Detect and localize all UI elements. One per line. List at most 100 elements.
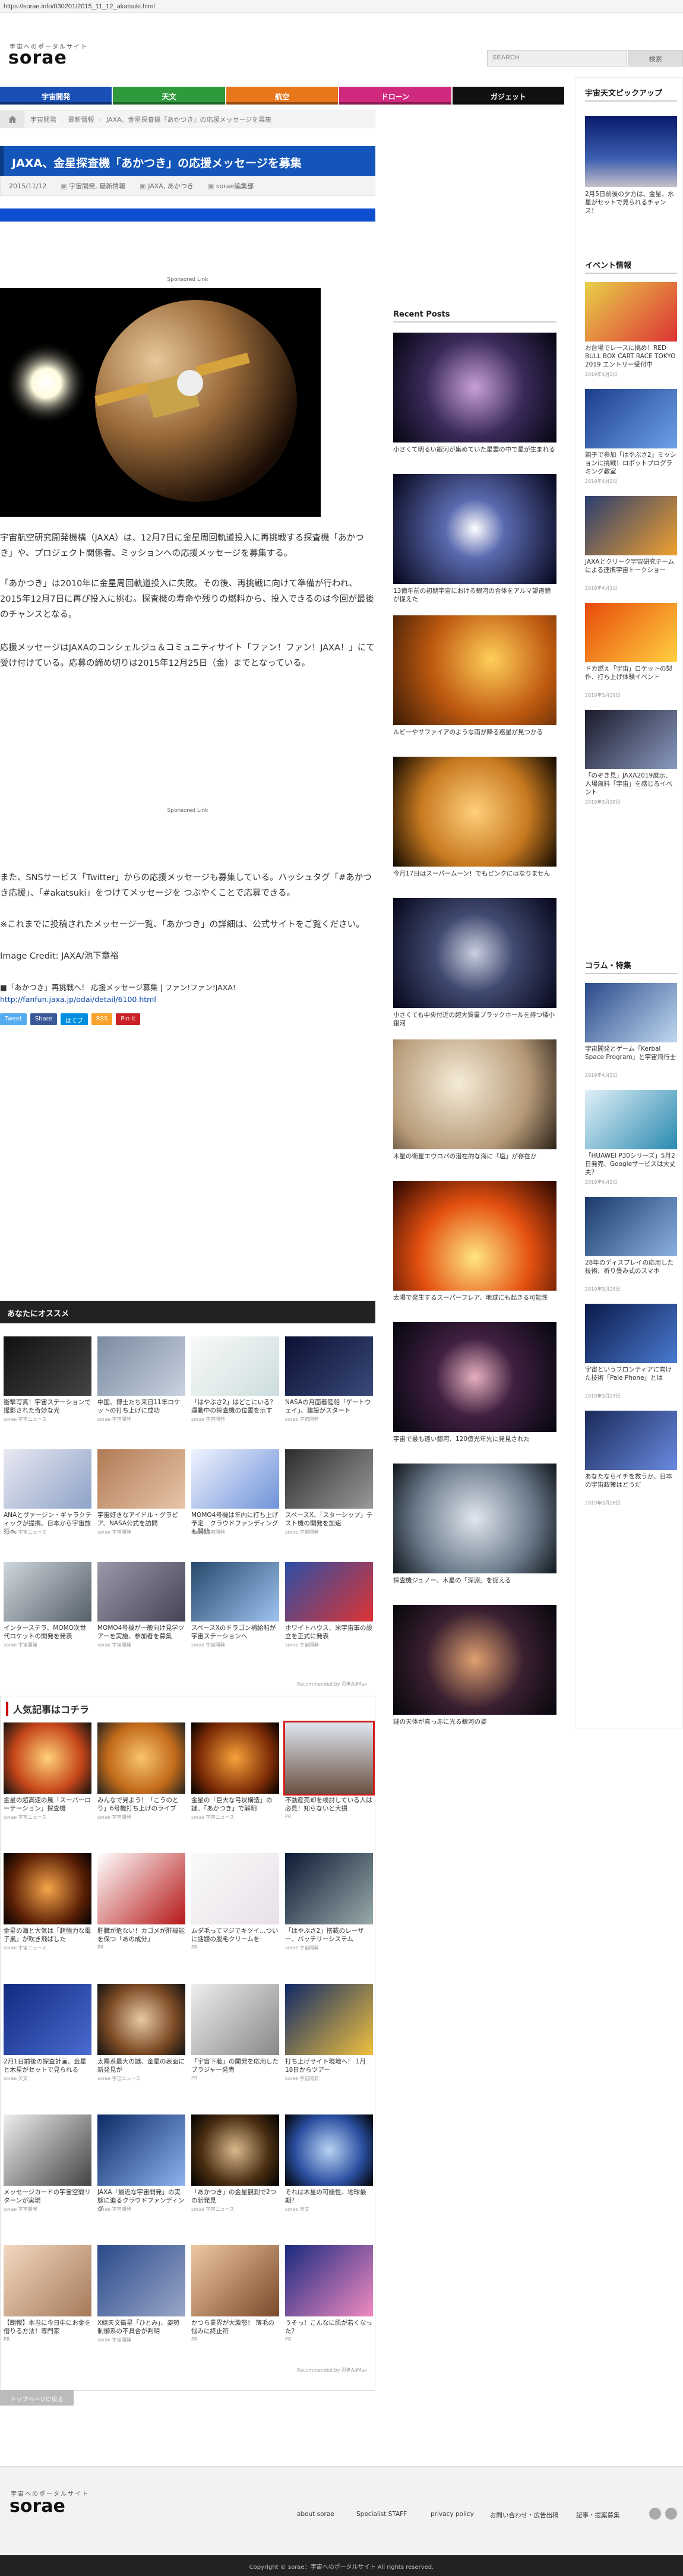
recommend-item-caption[interactable]: MOMO4号機が一般向け見学ツアーを実施、参加者を募集 [97,1624,185,1641]
tag-link[interactable]: ▣ 宇宙開発, 最新情報 [61,181,125,191]
recommend-item-caption[interactable]: インターステラ、MOMO次世代ロケットの開発を発表 [4,1624,91,1641]
column-caption[interactable]: 28年のディスプレイの応用した技術、折り畳み式のスマホ [585,1259,677,1275]
popular-item-caption[interactable]: 金星の海と大気は「超強力な電子風」が吹き飛ばした [4,1927,91,1943]
pinit-button[interactable]: Pin it [116,1013,141,1025]
nav-item-space-dev[interactable]: 宇宙開発 [0,87,112,105]
popular-item-thumbnail[interactable] [191,2114,279,2186]
recommend-item-thumbnail[interactable] [285,1449,373,1509]
footer-link-contact[interactable]: お問い合わせ・広告出稿 [490,2511,559,2520]
breadcrumb-item[interactable]: 宇宙開発 [30,115,56,124]
popular-item-caption[interactable]: それは木星の可能性、地球最期？ [285,2188,373,2205]
nav-item-gadget[interactable]: ガジェット [452,87,565,105]
popular-item-caption[interactable]: かつら業界が大激怒！ 薄毛の悩みに終止符 [191,2319,279,2335]
column-caption[interactable]: 宇宙というフロンティアに向けた技術「Pale Phone」とは [585,1366,677,1382]
recommend-item-thumbnail[interactable] [4,1449,91,1509]
popular-item-caption[interactable]: 【朗報】本当に今日中にお金を借りる方法！専門家 [4,2319,91,2335]
recommend-item-caption[interactable]: 衝撃写真！宇宙ステーションで撮影された奇妙な光 [4,1398,91,1415]
twitter-icon[interactable] [649,2508,661,2520]
recent-post-thumbnail[interactable] [393,474,556,584]
recommend-item-thumbnail[interactable] [97,1336,185,1396]
event-thumbnail[interactable] [585,496,677,555]
nav-item-drone[interactable]: ドローン [339,87,451,105]
author-link[interactable]: ▣ sorae編集部 [208,181,254,191]
popular-item-caption[interactable]: 不動産売却を検討している人は必見！知らないと大損 [285,1796,373,1813]
recent-post-caption[interactable]: 謎の天体が真っ赤に光る銀河の姿 [393,1718,556,1726]
recent-post-thumbnail[interactable] [393,1605,556,1715]
popular-item-thumbnail[interactable] [191,1853,279,1924]
column-caption[interactable]: 「HUAWEI P30シリーズ」5月2日発売、Googleサービスは大丈夫？ [585,1152,677,1177]
popular-item-thumbnail[interactable] [285,2114,373,2186]
footer-link-submit[interactable]: 記事・提案募集 [576,2511,620,2520]
popular-item-caption[interactable]: 打ち上げサイト現地へ！ 1月18日からツアー [285,2057,373,2074]
recent-post-caption[interactable]: 木星の衛星エウロパの潜在的な海に「塩」が存在か [393,1152,556,1161]
related-link[interactable]: http://fanfun.jaxa.jp/odai/detail/6100.h… [0,995,156,1004]
popular-item-thumbnail[interactable] [285,2245,373,2316]
event-caption[interactable]: お台場でレースに挑め！RED BULL BOX CART RACE TOKYO … [585,344,677,369]
search-button[interactable]: 検索 [628,50,683,67]
popular-item-caption[interactable]: 太陽系最大の謎、金星の表面に新発見が [97,2057,185,2074]
popular-item-caption[interactable]: うそっ！こんなに肌が若くなった？ [285,2319,373,2335]
popular-item-thumbnail[interactable] [4,1722,91,1794]
recommend-item-caption[interactable]: NASAの月面着陸船「ゲートウェイ」、建設がスタート [285,1398,373,1415]
popular-item-thumbnail[interactable] [283,1721,375,1796]
popular-item-caption[interactable]: 「宇宙下着」の開発を応用したブラジャー発売 [191,2057,279,2074]
search-input[interactable]: SEARCH [487,50,627,67]
recommend-item-thumbnail[interactable] [285,1562,373,1622]
hatena-button[interactable]: はてブ [60,1013,88,1025]
pickup-caption[interactable]: 2月5日前後の夕方は、金星、水星がセットで見られるチャンス！ [585,190,677,215]
event-thumbnail[interactable] [585,389,677,448]
nav-item-aviation[interactable]: 航空 [226,87,339,105]
tweet-button[interactable]: Tweet [0,1013,27,1025]
popular-item-thumbnail[interactable] [4,2245,91,2316]
recommend-item-thumbnail[interactable] [191,1562,279,1622]
event-thumbnail[interactable] [585,603,677,662]
footer-link-privacy[interactable]: privacy policy [431,2511,474,2518]
recommend-item-thumbnail[interactable] [97,1449,185,1509]
footer-logo[interactable]: sorae [10,2496,65,2517]
event-caption[interactable]: 親子で参加「はやぶさ2」ミッションに挑戦！ロボットプログラミング教室 [585,451,677,476]
column-thumbnail[interactable] [585,1411,677,1470]
recent-post-caption[interactable]: 宇宙で最も遠い銀河、120億光年先に発見された [393,1435,556,1443]
popular-item-caption[interactable]: みんなで見よう！「こうのとり」6号機打ち上げのライブ [97,1796,185,1813]
recent-post-thumbnail[interactable] [393,1181,556,1291]
event-caption[interactable]: ドカ燃え「宇宙」ロケットの製作、打ち上げ体験イベント [585,665,677,681]
popular-item-caption[interactable]: メッセージカードの宇宙空間リターンが実現 [4,2188,91,2205]
recommend-item-thumbnail[interactable] [285,1336,373,1396]
recent-post-thumbnail[interactable] [393,1464,556,1573]
popular-item-caption[interactable]: 「あかつき」の金星観測で2つの新発見 [191,2188,279,2205]
nav-item-astronomy[interactable]: 天文 [113,87,225,105]
recent-post-thumbnail[interactable] [393,898,556,1008]
popular-item-thumbnail[interactable] [285,1984,373,2055]
pickup-image[interactable] [585,116,677,187]
breadcrumb-item[interactable]: 最新情報 [68,115,94,124]
recent-post-caption[interactable]: 今月17日はスーパームーン！でもピンクにはなりません [393,870,556,878]
recommend-item-thumbnail[interactable] [97,1562,185,1622]
recommend-item-caption[interactable]: ホワイトハウス、米宇宙軍の設立を正式に発表 [285,1624,373,1641]
site-logo[interactable]: sorae [8,48,67,68]
recommend-item-caption[interactable]: 「はやぶさ2」はどこにいる？ 運動中の探査機の位置を示す [191,1398,279,1415]
recent-post-caption[interactable]: 太陽で発生するスーパーフレア、地球にも起きる可能性 [393,1294,556,1302]
event-caption[interactable]: JAXAとクリーク宇宙研究チームによる連携宇宙トークショー [585,558,677,574]
popular-item-caption[interactable]: X線天文衛星「ひとみ」、姿勢制御系の不具合が判明 [97,2319,185,2335]
popular-item-caption[interactable]: 肝臓が危ない！カゴメが肝機能を保つ「あの成分」 [97,1927,185,1943]
recent-post-caption[interactable]: 13億年前の初期宇宙における銀河の合体をアルマ望遠鏡が捉えた [393,587,556,603]
popular-item-thumbnail[interactable] [4,2114,91,2186]
event-thumbnail[interactable] [585,710,677,769]
recommend-item-caption[interactable]: 宇宙好きなアイドル・グラビア、NASA公式を訪問 [97,1511,185,1528]
recommend-item-caption[interactable]: スペースX、「スターシップ」テスト機の開発を加速 [285,1511,373,1528]
event-caption[interactable]: 「のぞき見」JAXA2019展示、入場無料「宇宙」を感じるイベント [585,772,677,796]
recent-post-caption[interactable]: ルビーやサファイアのような雨が降る惑星が見つかる [393,728,556,737]
column-caption[interactable]: 宇宙開発とゲーム「Kerbal Space Program」と宇宙飛行士 [585,1045,677,1061]
back-to-top-button[interactable]: トップページに戻る [0,2390,74,2406]
banner-bar[interactable] [0,208,375,222]
facebook-icon[interactable] [665,2508,677,2520]
footer-link-about[interactable]: about sorae [297,2511,334,2518]
popular-item-thumbnail[interactable] [191,2245,279,2316]
popular-item-thumbnail[interactable] [191,1984,279,2055]
recommend-item-thumbnail[interactable] [191,1449,279,1509]
event-thumbnail[interactable] [585,282,677,342]
column-thumbnail[interactable] [585,1304,677,1363]
column-thumbnail[interactable] [585,983,677,1042]
recent-post-caption[interactable]: 探査機ジュノー、木星の「深淵」を捉える [393,1576,556,1585]
recent-post-thumbnail[interactable] [393,757,556,867]
